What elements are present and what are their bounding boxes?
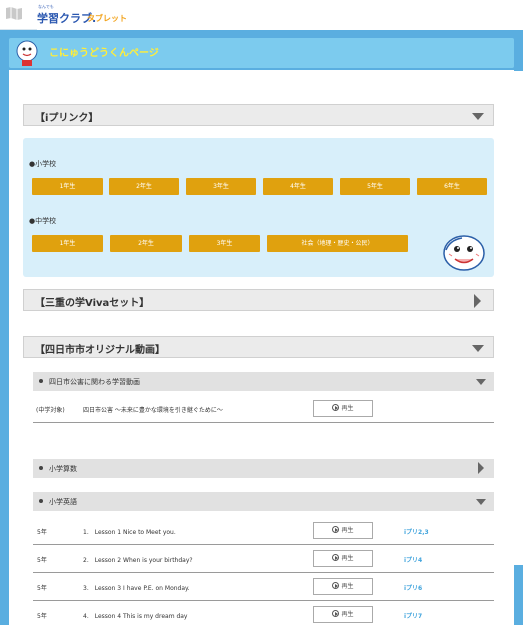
junior-grade-1-button[interactable]: 1年生: [32, 235, 103, 252]
viva-title: 【三重の学Vivaセット】: [35, 298, 150, 309]
bullet-icon: [39, 379, 43, 383]
play-icon: [332, 404, 340, 411]
play-button[interactable]: 再生: [313, 606, 373, 623]
play-button[interactable]: 再生: [313, 400, 373, 417]
video-title: 2. Lesson 2 When is your birthday?: [83, 557, 193, 564]
play-label: 再生: [341, 555, 354, 562]
math-title: 小学算数: [49, 465, 77, 473]
elementary-grade-1-button[interactable]: 1年生: [32, 178, 103, 195]
chevron-down-icon: [472, 113, 484, 120]
top-bar: なんでも 学習クラブ. タブレット: [0, 0, 523, 565]
play-label: 再生: [341, 611, 354, 618]
mascot-icon: [16, 40, 38, 66]
chevron-right-icon: [474, 294, 481, 308]
elementary-grade-2-button[interactable]: 2年生: [109, 178, 179, 195]
bullet-icon: [39, 466, 43, 470]
chevron-right-icon: [478, 462, 484, 474]
elementary-grade-4-button[interactable]: 4年生: [263, 178, 333, 195]
play-label: 再生: [341, 527, 354, 534]
chevron-down-icon: [472, 345, 484, 352]
bullet-icon: [39, 499, 43, 503]
iprint-title: 【iプリンク】: [35, 113, 99, 124]
math-subsection[interactable]: 小学算数: [33, 459, 494, 478]
play-icon: [332, 526, 340, 533]
mascot-face-icon: [443, 235, 485, 271]
video-title: 3. Lesson 3 I have P.E. on Monday.: [83, 585, 190, 592]
video-row: 5年 4. Lesson 4 This is my dream day 再生 i…: [33, 601, 494, 625]
iprint-panel: [23, 138, 494, 277]
play-label: 再生: [341, 583, 354, 590]
video-row: 5年 2. Lesson 2 When is your birthday? 再生…: [33, 545, 494, 573]
iprint-link[interactable]: iプリ2,3: [404, 527, 429, 536]
yokkaichi-accordion[interactable]: 【四日市市オリジナル動画】: [23, 336, 494, 358]
video-title: 四日市公害 ～未来に豊かな環境を引き継ぐために～: [83, 407, 223, 414]
map-icon[interactable]: [6, 7, 22, 20]
iprint-link[interactable]: iプリ7: [404, 611, 422, 620]
page-title: こにゅうどうくんページ: [49, 48, 159, 59]
junior-label: ●中学校: [29, 217, 57, 225]
video-grade: 5年: [37, 613, 47, 620]
play-icon: [332, 582, 340, 589]
elementary-grade-3-button[interactable]: 3年生: [186, 178, 256, 195]
iprint-link[interactable]: iプリ6: [404, 583, 422, 592]
video-grade: 5年: [37, 585, 47, 592]
elementary-grade-5-button[interactable]: 5年生: [340, 178, 410, 195]
video-row: 5年 3. Lesson 3 I have P.E. on Monday. 再生…: [33, 573, 494, 601]
junior-social-button[interactable]: 社会（地理・歴史・公民）: [267, 235, 408, 252]
yokkaichi-title: 【四日市市オリジナル動画】: [35, 345, 165, 356]
play-icon: [332, 610, 340, 617]
video-grade: (中学対象): [36, 407, 65, 414]
video-row: (中学対象) 四日市公害 ～未来に豊かな環境を引き継ぐために～ 再生: [33, 395, 494, 423]
junior-grade-3-button[interactable]: 3年生: [189, 235, 260, 252]
play-icon: [332, 554, 340, 561]
pollution-title: 四日市公害に関わる学習動画: [49, 378, 140, 386]
chevron-down-icon: [476, 379, 486, 385]
chevron-down-icon: [476, 499, 486, 505]
play-button[interactable]: 再生: [313, 522, 373, 539]
elementary-label: ●小学校: [29, 160, 57, 168]
iprint-accordion[interactable]: 【iプリンク】: [23, 104, 494, 126]
app-logo[interactable]: なんでも 学習クラブ. タブレット: [37, 4, 523, 565]
play-label: 再生: [341, 405, 354, 412]
video-grade: 5年: [37, 529, 47, 536]
video-row: 5年 1. Lesson 1 Nice to Meet you. 再生 iプリ2…: [33, 517, 494, 545]
play-button[interactable]: 再生: [313, 578, 373, 595]
elementary-grade-6-button[interactable]: 6年生: [417, 178, 487, 195]
viva-accordion[interactable]: 【三重の学Vivaセット】: [23, 289, 494, 311]
junior-grade-2-button[interactable]: 2年生: [110, 235, 182, 252]
iprint-link[interactable]: iプリ4: [404, 555, 422, 564]
logo-sub-text: タブレット: [87, 14, 127, 23]
video-grade: 5年: [37, 557, 47, 564]
english-subsection[interactable]: 小学英語: [33, 492, 494, 511]
video-title: 1. Lesson 1 Nice to Meet you.: [83, 529, 176, 536]
pollution-subsection[interactable]: 四日市公害に関わる学習動画: [33, 372, 494, 391]
video-title: 4. Lesson 4 This is my dream day: [83, 613, 188, 620]
play-button[interactable]: 再生: [313, 550, 373, 567]
english-title: 小学英語: [49, 498, 77, 506]
